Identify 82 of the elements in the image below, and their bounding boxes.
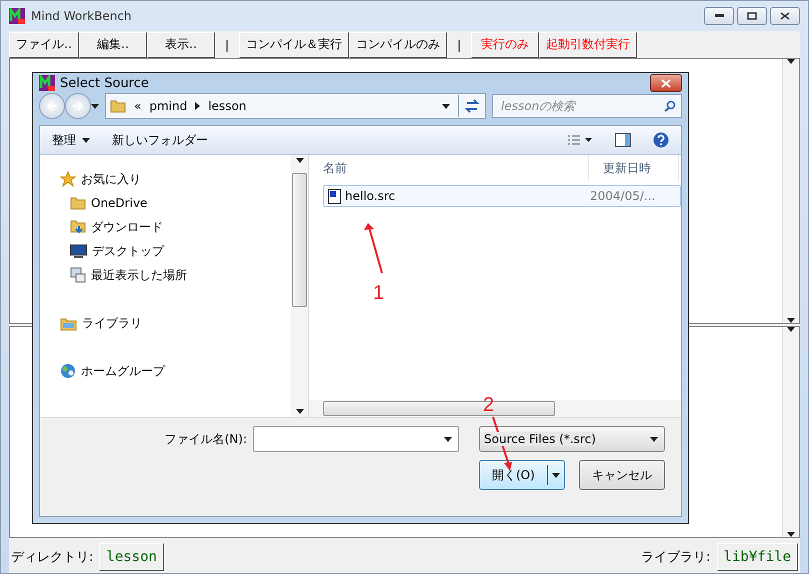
history-caret-icon <box>91 104 99 108</box>
search-field[interactable]: lessonの検索 <box>492 94 682 118</box>
library-button[interactable]: lib¥file <box>716 543 798 571</box>
command-button[interactable]: 新しいフォルダー <box>112 132 208 148</box>
scrollbar[interactable] <box>782 327 799 537</box>
library-folder-icon <box>60 316 77 330</box>
command-button[interactable]: 整理 <box>52 132 90 148</box>
nav-item[interactable]: OneDrive <box>40 191 291 215</box>
toolbar-separator: | <box>224 38 230 52</box>
caret-icon <box>650 436 658 442</box>
scroll-up-icon <box>787 327 795 332</box>
toolbar-button[interactable]: コンパイル＆実行 <box>239 32 350 58</box>
annotation-number: 2 <box>483 394 494 417</box>
dialog-title: Select Source <box>60 76 150 90</box>
toolbar-button[interactable]: 実行のみ <box>471 32 540 58</box>
search-icon <box>664 100 676 112</box>
toolbar-button[interactable]: コンパイルのみ <box>349 32 448 58</box>
folder-icon <box>110 99 126 113</box>
breadcrumb-item[interactable]: « <box>134 99 142 113</box>
star-icon <box>60 171 76 187</box>
filename-field[interactable] <box>253 426 459 452</box>
caret-icon <box>442 104 450 108</box>
scrollbar[interactable] <box>782 59 799 323</box>
toolbar-button[interactable]: 表示‥ <box>147 32 216 58</box>
nav-item[interactable]: ライブラリ <box>40 311 291 335</box>
toolbar-button[interactable]: 編集‥ <box>79 32 148 58</box>
close-icon <box>780 12 790 20</box>
filename-label: ファイル名(N): <box>164 430 247 448</box>
minimize-icon <box>714 14 724 18</box>
close-icon <box>661 78 671 88</box>
view-list-icon[interactable] <box>567 134 593 146</box>
scroll-down-icon <box>787 318 795 323</box>
chevron-icon <box>195 102 200 110</box>
toolbar-button[interactable]: ファイル‥ <box>9 32 80 58</box>
nav-item[interactable]: ダウンロード <box>40 215 291 239</box>
minimize-button[interactable] <box>704 7 734 25</box>
file-row[interactable]: hello.src 2004/05/... <box>323 185 681 207</box>
monitor-icon <box>70 244 87 258</box>
download-folder-icon <box>70 219 86 235</box>
filetype-dropdown[interactable]: Source Files (*.src) <box>479 426 665 452</box>
maximize-icon <box>747 12 757 20</box>
column-header[interactable]: 名前 <box>309 155 589 181</box>
maximize-button[interactable] <box>737 7 767 25</box>
nav-item[interactable]: お気に入り <box>40 167 291 191</box>
directory-button[interactable]: lesson <box>99 543 164 571</box>
open-button[interactable]: 開く(O) <box>479 460 565 490</box>
scroll-down-icon <box>787 532 795 537</box>
annotation-arrow <box>364 223 383 274</box>
help-icon[interactable] <box>653 132 669 148</box>
forward-button[interactable] <box>65 93 91 119</box>
caret-icon <box>444 436 452 442</box>
caret-icon <box>552 472 560 478</box>
nav-item[interactable]: ホームグループ <box>40 359 291 383</box>
cancel-button[interactable]: キャンセル <box>579 460 665 490</box>
close-button[interactable] <box>650 74 682 92</box>
toolbar-button[interactable]: 起動引数付実行 <box>539 32 638 58</box>
app-logo-icon <box>9 8 25 24</box>
scroll-up-icon <box>296 158 304 163</box>
back-button[interactable] <box>39 93 65 119</box>
toolbar-separator: | <box>456 38 462 52</box>
breadcrumb-item[interactable]: lesson <box>208 99 246 113</box>
file-icon <box>328 188 341 204</box>
forward-arrow-icon <box>72 101 84 111</box>
nav-item[interactable]: デスクトップ <box>40 239 291 263</box>
back-arrow-icon <box>46 101 58 111</box>
library-label: ライブラリ: <box>641 549 711 566</box>
column-header[interactable]: 更新日時 <box>589 155 679 181</box>
app-logo-icon <box>39 75 55 91</box>
folder-icon <box>70 196 86 210</box>
address-bar[interactable]: « pmind lesson <box>105 93 486 119</box>
nav-item[interactable]: 最近表示した場所 <box>40 263 291 287</box>
annotation-number: 1 <box>373 282 384 305</box>
breadcrumb-item[interactable]: pmind <box>149 99 188 113</box>
close-button[interactable] <box>770 7 800 25</box>
scrollbar[interactable] <box>291 155 308 417</box>
directory-label: ディレクトリ: <box>11 549 94 566</box>
window-title: Mind WorkBench <box>31 9 133 23</box>
homegroup-icon <box>60 363 76 379</box>
scroll-up-icon <box>787 59 795 64</box>
preview-pane-icon[interactable] <box>615 133 631 147</box>
recent-places-icon <box>70 267 86 283</box>
scroll-down-icon <box>296 409 304 414</box>
